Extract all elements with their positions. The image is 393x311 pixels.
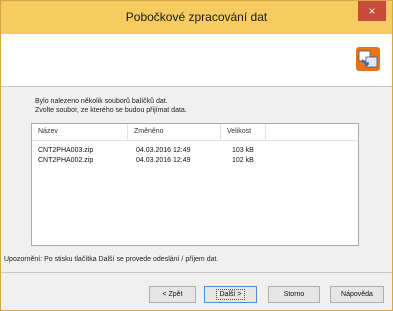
column-header-name[interactable]: Název	[32, 124, 128, 140]
file-modified: 04.03.2016 12:49	[136, 147, 191, 154]
dialog-window: Pobočkové zpracování dat × Bylo nalezeno…	[0, 0, 393, 311]
cancel-button[interactable]: Storno	[268, 286, 320, 303]
app-logo-icon	[356, 47, 380, 71]
file-modified: 04.03.2016 12:49	[136, 157, 191, 164]
next-button-label: Další >	[215, 289, 246, 300]
file-row[interactable]: CNT2PHA002.zip 04.03.2016 12:49 102 kB	[32, 156, 358, 166]
help-button-label: Nápověda	[341, 291, 373, 298]
cancel-button-label: Storno	[283, 291, 305, 298]
back-button[interactable]: < Zpět	[149, 286, 196, 303]
warning-note: Upozornění: Po stisku tlačítka Další se …	[4, 256, 219, 263]
file-size: 103 kB	[232, 147, 254, 154]
instructions-line-2: Zvolte soubor, ze kterého se budou přijí…	[35, 107, 187, 114]
next-button[interactable]: Další >	[204, 286, 257, 303]
file-name: CNT2PHA002.zip	[38, 157, 94, 164]
footer-divider	[1, 272, 392, 273]
column-header-size[interactable]: Velikost	[221, 124, 266, 140]
help-button[interactable]: Nápověda	[330, 286, 384, 303]
close-icon: ×	[368, 4, 376, 18]
title-bar[interactable]: Pobočkové zpracování dat ×	[1, 1, 392, 35]
back-button-label: < Zpět	[162, 291, 183, 298]
close-button[interactable]: ×	[358, 1, 386, 21]
wizard-header	[1, 34, 392, 87]
instructions-text: Bylo nalezeno několik souborů balíčků da…	[35, 97, 187, 115]
window-title: Pobočkové zpracování dat	[125, 10, 268, 24]
column-header-modified[interactable]: Změněno	[128, 124, 221, 140]
file-list[interactable]: Název Změněno Velikost CNT2PHA003.zip 04…	[31, 123, 359, 246]
file-list-header: Název Změněno Velikost	[32, 124, 358, 141]
instructions-line-1: Bylo nalezeno několik souborů balíčků da…	[35, 98, 168, 105]
file-row[interactable]: CNT2PHA003.zip 04.03.2016 12:49 103 kB	[32, 146, 358, 156]
file-name: CNT2PHA003.zip	[38, 147, 94, 154]
file-size: 102 kB	[232, 157, 254, 164]
